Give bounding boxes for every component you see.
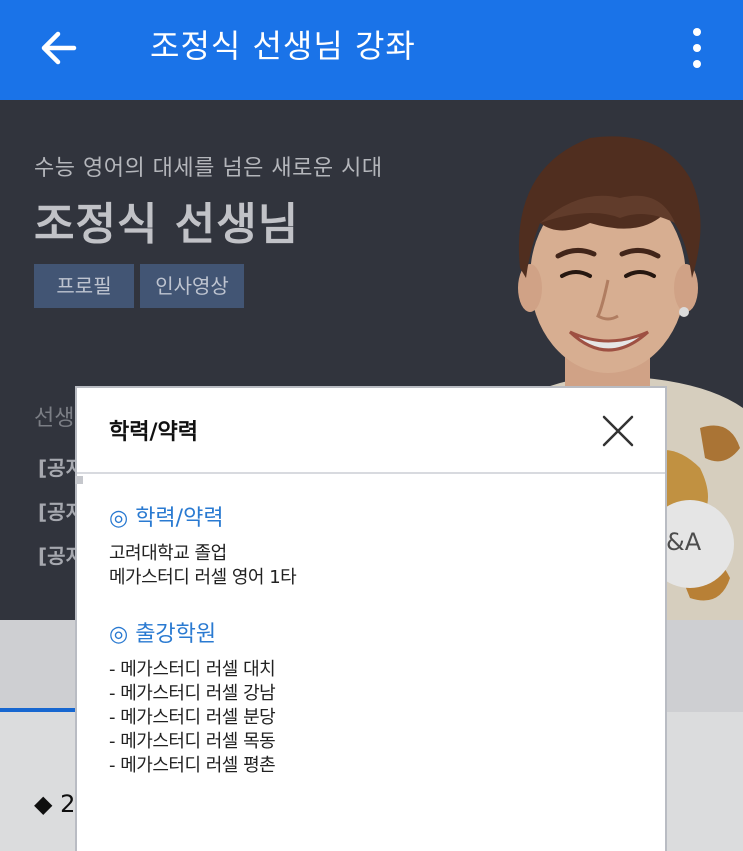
section-heading: ◎ 출강학원 [109,622,217,647]
more-vertical-icon[interactable] [680,20,714,76]
modal-body: ◎ 학력/약력 고려대학교 졸업 메가스터디 러셀 영어 1타 ◎ 출강학원 -… [109,500,629,778]
career-line: 메가스터디 러셀 영어 1타 [109,567,297,588]
modal-title: 학력/약력 [109,420,198,445]
academy-line: - 메가스터디 러셀 목동 [109,731,276,752]
page-title: 조정식 선생님 강좌 [150,27,416,65]
academy-line: - 메가스터디 러셀 분당 [109,707,276,728]
career-line: 고려대학교 졸업 [109,543,227,564]
academy-line: - 메가스터디 러셀 대치 [109,659,276,680]
academy-line: - 메가스터디 러셀 평촌 [109,755,276,776]
academy-line: - 메가스터디 러셀 강남 [109,683,276,704]
close-icon[interactable] [601,414,635,448]
modal-header: 학력/약력 [77,388,665,474]
scrollbar-thumb[interactable] [75,476,83,484]
arrow-left-icon[interactable] [34,22,86,74]
section-heading: ◎ 학력/약력 [109,506,224,531]
app-bar: 조정식 선생님 강좌 [0,0,743,100]
career-modal: 학력/약력 ◎ 학력/약력 고려대학교 졸업 메가스터디 러셀 영어 1타 ◎ … [75,386,667,851]
